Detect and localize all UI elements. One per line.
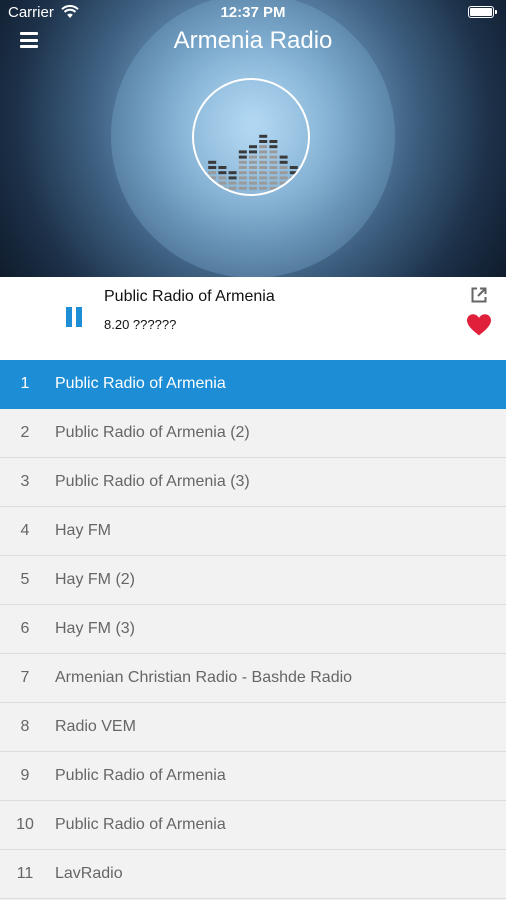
- station-row[interactable]: 4 Hay FM: [0, 507, 506, 556]
- station-number: 9: [20, 767, 30, 784]
- station-number: 6: [20, 620, 30, 637]
- station-row[interactable]: 10 Public Radio of Armenia: [0, 801, 506, 850]
- station-number: 3: [20, 473, 30, 490]
- station-number: 11: [16, 865, 34, 882]
- station-name: Public Radio of Armenia (3): [55, 473, 250, 490]
- station-number: 8: [20, 718, 30, 735]
- station-number: 10: [16, 816, 34, 833]
- station-name: Armenian Christian Radio - Bashde Radio: [55, 669, 353, 686]
- station-number: 1: [20, 375, 30, 392]
- station-name: Public Radio of Armenia: [55, 816, 226, 833]
- battery-icon: [468, 6, 497, 18]
- station-row[interactable]: 3 Public Radio of Armenia (3): [0, 458, 506, 507]
- station-name: Radio VEM: [55, 718, 136, 735]
- external-link-icon[interactable]: [470, 286, 488, 304]
- header: Carrier 12:37 PM Armenia Radio: [0, 0, 506, 277]
- clock: 12:37 PM: [220, 4, 286, 21]
- station-name: Hay FM: [55, 522, 111, 539]
- station-name: Public Radio of Armenia: [55, 767, 226, 784]
- station-name: Public Radio of Armenia: [55, 375, 226, 392]
- now-playing-track: 8.20 ??????: [104, 317, 177, 332]
- station-list: 1 Public Radio of Armenia 2 Public Radio of…: [0, 360, 506, 900]
- station-name: Public Radio of Armenia (2): [55, 424, 250, 441]
- station-row[interactable]: 9 Public Radio of Armenia: [0, 752, 506, 801]
- equalizer-logo-icon: [192, 78, 310, 196]
- station-row[interactable]: 5 Hay FM (2): [0, 556, 506, 605]
- station-row[interactable]: 7 Armenian Christian Radio - Bashde Radio: [0, 654, 506, 703]
- app-title: Armenia Radio: [173, 27, 333, 54]
- station-name: Hay FM (2): [55, 571, 135, 588]
- station-row[interactable]: 1 Public Radio of Armenia: [0, 360, 506, 409]
- station-name: LavRadio: [55, 865, 123, 882]
- pause-button[interactable]: [63, 307, 85, 327]
- station-number: 5: [20, 571, 30, 588]
- station-number: 4: [20, 522, 30, 539]
- status-bar: Carrier 12:37 PM: [0, 0, 506, 26]
- station-row[interactable]: 8 Radio VEM: [0, 703, 506, 752]
- station-number: 2: [20, 424, 30, 441]
- station-number: 7: [20, 669, 30, 686]
- station-row[interactable]: 6 Hay FM (3): [0, 605, 506, 654]
- heart-icon[interactable]: [466, 313, 492, 337]
- station-name: Hay FM (3): [55, 620, 135, 637]
- station-row[interactable]: 2 Public Radio of Armenia (2): [0, 409, 506, 458]
- now-playing-panel: Public Radio of Armenia 8.20 ??????: [0, 277, 506, 360]
- now-playing-station: Public Radio of Armenia: [104, 288, 275, 305]
- station-row[interactable]: 11 LavRadio: [0, 850, 506, 899]
